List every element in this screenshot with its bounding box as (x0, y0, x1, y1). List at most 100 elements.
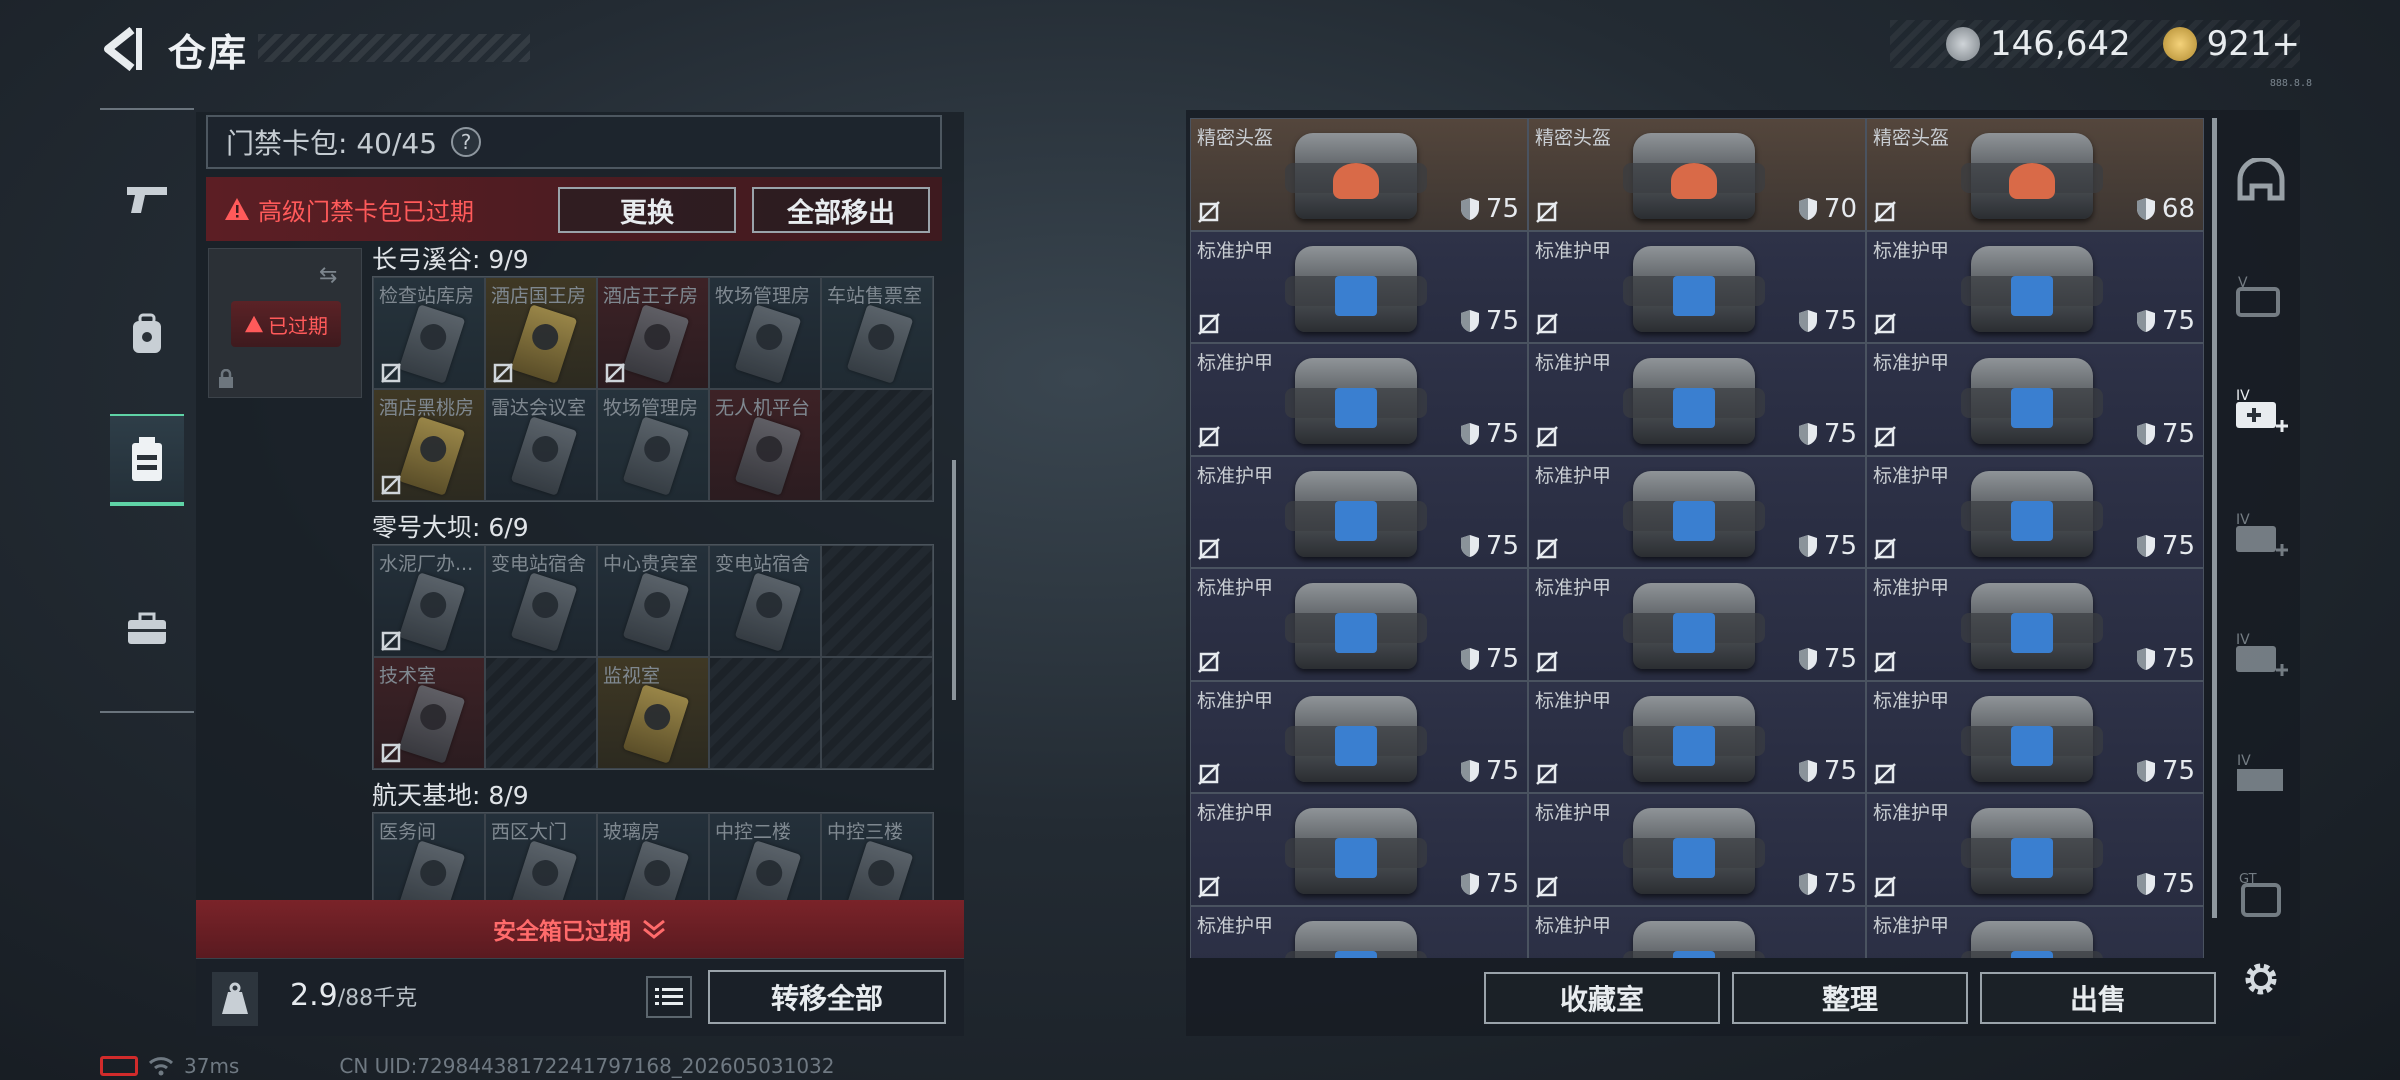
back-arrow-icon (104, 26, 142, 72)
armor-item[interactable]: 标准护甲 75 (1866, 568, 2204, 681)
armor-item[interactable]: 标准护甲 75 (1528, 568, 1866, 681)
keycard-slot[interactable] (709, 657, 821, 769)
keycard-slot[interactable]: 技术室 (373, 657, 485, 769)
warning-icon (245, 315, 263, 333)
swap-icon[interactable]: ⇆ (319, 263, 349, 288)
move-all-button[interactable]: 全部移出 (752, 187, 930, 233)
armor-item[interactable]: 标准护甲 75 (1190, 230, 1528, 343)
nav-toolbox[interactable] (110, 584, 184, 674)
nav-gear[interactable] (110, 290, 184, 380)
filter-helmet[interactable] (2226, 146, 2296, 216)
shield-icon (1460, 535, 1479, 557)
helmet-item[interactable]: 精密头盔 75 (1190, 118, 1528, 231)
filter-bag[interactable]: GT (2226, 860, 2296, 930)
collection-room-button[interactable]: 收藏室 (1484, 972, 1720, 1024)
armor-item[interactable]: 标准护甲 75 (1866, 793, 2204, 906)
keycard-slot[interactable]: 玻璃房 (597, 813, 709, 900)
keycard-slot[interactable] (821, 389, 933, 501)
helmet-item[interactable]: 精密头盔 70 (1528, 118, 1866, 231)
keycard-image (622, 840, 690, 900)
durability-badge: 75 (2136, 644, 2195, 674)
list-view-button[interactable] (646, 976, 692, 1018)
nav-weapons[interactable] (110, 154, 184, 244)
keycard-slot[interactable]: 变电站宿舍 (485, 545, 597, 657)
inventory-grid[interactable]: 精密头盔 75 精密头盔 70 精密头盔 68 标准护甲 75 标准护甲 75 标准护甲 75 标准护甲… (1190, 118, 2204, 958)
armor-item[interactable]: 标准护甲 75 (1528, 230, 1866, 343)
durability-value: 75 (1485, 193, 1519, 224)
helmet-item[interactable]: 精密头盔 68 (1866, 118, 2204, 231)
keycard-pack-slot[interactable]: ⇆ 已过期 (208, 248, 362, 398)
armor-item[interactable]: 标准护甲 75 (1528, 680, 1866, 793)
keycard-slot[interactable]: 变电站宿舍 (709, 545, 821, 657)
item-name: 标准护甲 (1873, 914, 1950, 937)
organize-button[interactable]: 整理 (1732, 972, 1968, 1024)
keycard-slot[interactable]: 监视室 (597, 657, 709, 769)
shield-icon (2136, 422, 2155, 445)
filter-armor-v[interactable]: V (2226, 262, 2296, 332)
keycard-slot[interactable]: 酒店黑桃房 (373, 389, 485, 501)
transfer-all-button[interactable]: 转移全部 (708, 970, 946, 1024)
keycard-slot[interactable]: 中控二楼 (709, 813, 821, 900)
keycard-slot[interactable]: 西区大门 (485, 813, 597, 900)
item-name: 标准护甲 (1197, 577, 1274, 599)
armor-item[interactable]: 标准护甲 (1190, 905, 1528, 958)
keycard-slot[interactable]: 酒店国王房 (485, 277, 597, 389)
armor-add-icon: IV (2236, 388, 2288, 432)
armor-item[interactable]: 标准护甲 (1866, 905, 2204, 958)
armor-item[interactable]: 标准护甲 75 (1190, 343, 1528, 456)
replace-button[interactable]: 更换 (558, 187, 736, 233)
case-icon (132, 437, 162, 481)
battery-icon (100, 1056, 138, 1076)
armor-item[interactable]: 标准护甲 75 (1528, 343, 1866, 456)
armor-item[interactable]: 标准护甲 75 (1190, 680, 1528, 793)
armor-item[interactable]: 标准护甲 75 (1866, 230, 2204, 343)
svg-text:IV: IV (2237, 753, 2251, 769)
sell-button[interactable]: 出售 (1980, 972, 2216, 1024)
keycard-slot[interactable]: 牧场管理房 (597, 389, 709, 501)
keycard-slot[interactable]: 水泥厂办... (373, 545, 485, 657)
armor-item[interactable]: 标准护甲 75 (1190, 455, 1528, 568)
armor-item[interactable]: 标准护甲 75 (1528, 455, 1866, 568)
durability-value: 68 (2161, 193, 2195, 224)
keycard-slot[interactable]: 牧场管理房 (709, 277, 821, 389)
armor-item[interactable]: 标准护甲 (1528, 905, 1866, 958)
briefcase-icon (128, 612, 166, 644)
keycard-scrollbar[interactable] (952, 460, 956, 700)
keycard-slot[interactable] (821, 545, 933, 657)
keycard-slot[interactable] (485, 657, 597, 769)
keycard-slot[interactable]: 中心贵宾室 (597, 545, 709, 657)
keycard-slot[interactable]: 中控三楼 (821, 813, 933, 900)
keycard-list[interactable]: ⇆ 已过期 长弓溪谷: 9/9 检查站库房 酒店国王房 酒店王子房 牧场管理房 车站售票室… (206, 240, 942, 900)
filter-armor-iv-add[interactable]: IV (2226, 376, 2296, 446)
currency-silver: 146,642 (1990, 24, 2131, 64)
keycard-slot[interactable]: 医务间 (373, 813, 485, 900)
currency-gold[interactable]: 921+ (2207, 24, 2300, 64)
inventory-scrollbar[interactable] (2212, 118, 2217, 918)
no-repair-icon (1197, 762, 1221, 786)
filter-armor-iv-add-3[interactable]: IV (2226, 620, 2296, 690)
keycard-slot[interactable]: 无人机平台 (709, 389, 821, 501)
shield-icon (1798, 872, 1817, 895)
keycard-slot[interactable]: 酒店王子房 (597, 277, 709, 389)
armor-item[interactable]: 标准护甲 75 (1528, 793, 1866, 906)
armor-image (1623, 470, 1765, 557)
durability-badge: 75 (1798, 531, 1857, 561)
filter-armor-iv-add-2[interactable]: IV (2226, 500, 2296, 570)
armor-item[interactable]: 标准护甲 75 (1866, 455, 2204, 568)
keycard-slot[interactable]: 雷达会议室 (485, 389, 597, 501)
filter-rig[interactable]: IV (2226, 740, 2296, 810)
armor-item[interactable]: 标准护甲 75 (1190, 568, 1528, 681)
back-button[interactable] (98, 24, 148, 74)
svg-text:GT: GT (2239, 872, 2257, 887)
keycard-slot[interactable]: 检查站库房 (373, 277, 485, 389)
help-icon[interactable]: ? (451, 127, 482, 157)
armor-item[interactable]: 标准护甲 75 (1190, 793, 1528, 906)
nav-storage[interactable] (110, 414, 184, 506)
keycard-slot[interactable] (821, 657, 933, 769)
armor-item[interactable]: 标准护甲 75 (1866, 343, 2204, 456)
keycard-slot[interactable]: 车站售票室 (821, 277, 933, 389)
settings-button[interactable] (2226, 944, 2296, 1014)
armor-item[interactable]: 标准护甲 75 (1866, 680, 2204, 793)
safebox-expired-bar[interactable]: 安全箱已过期 (196, 900, 964, 958)
keycard-image (510, 572, 578, 652)
